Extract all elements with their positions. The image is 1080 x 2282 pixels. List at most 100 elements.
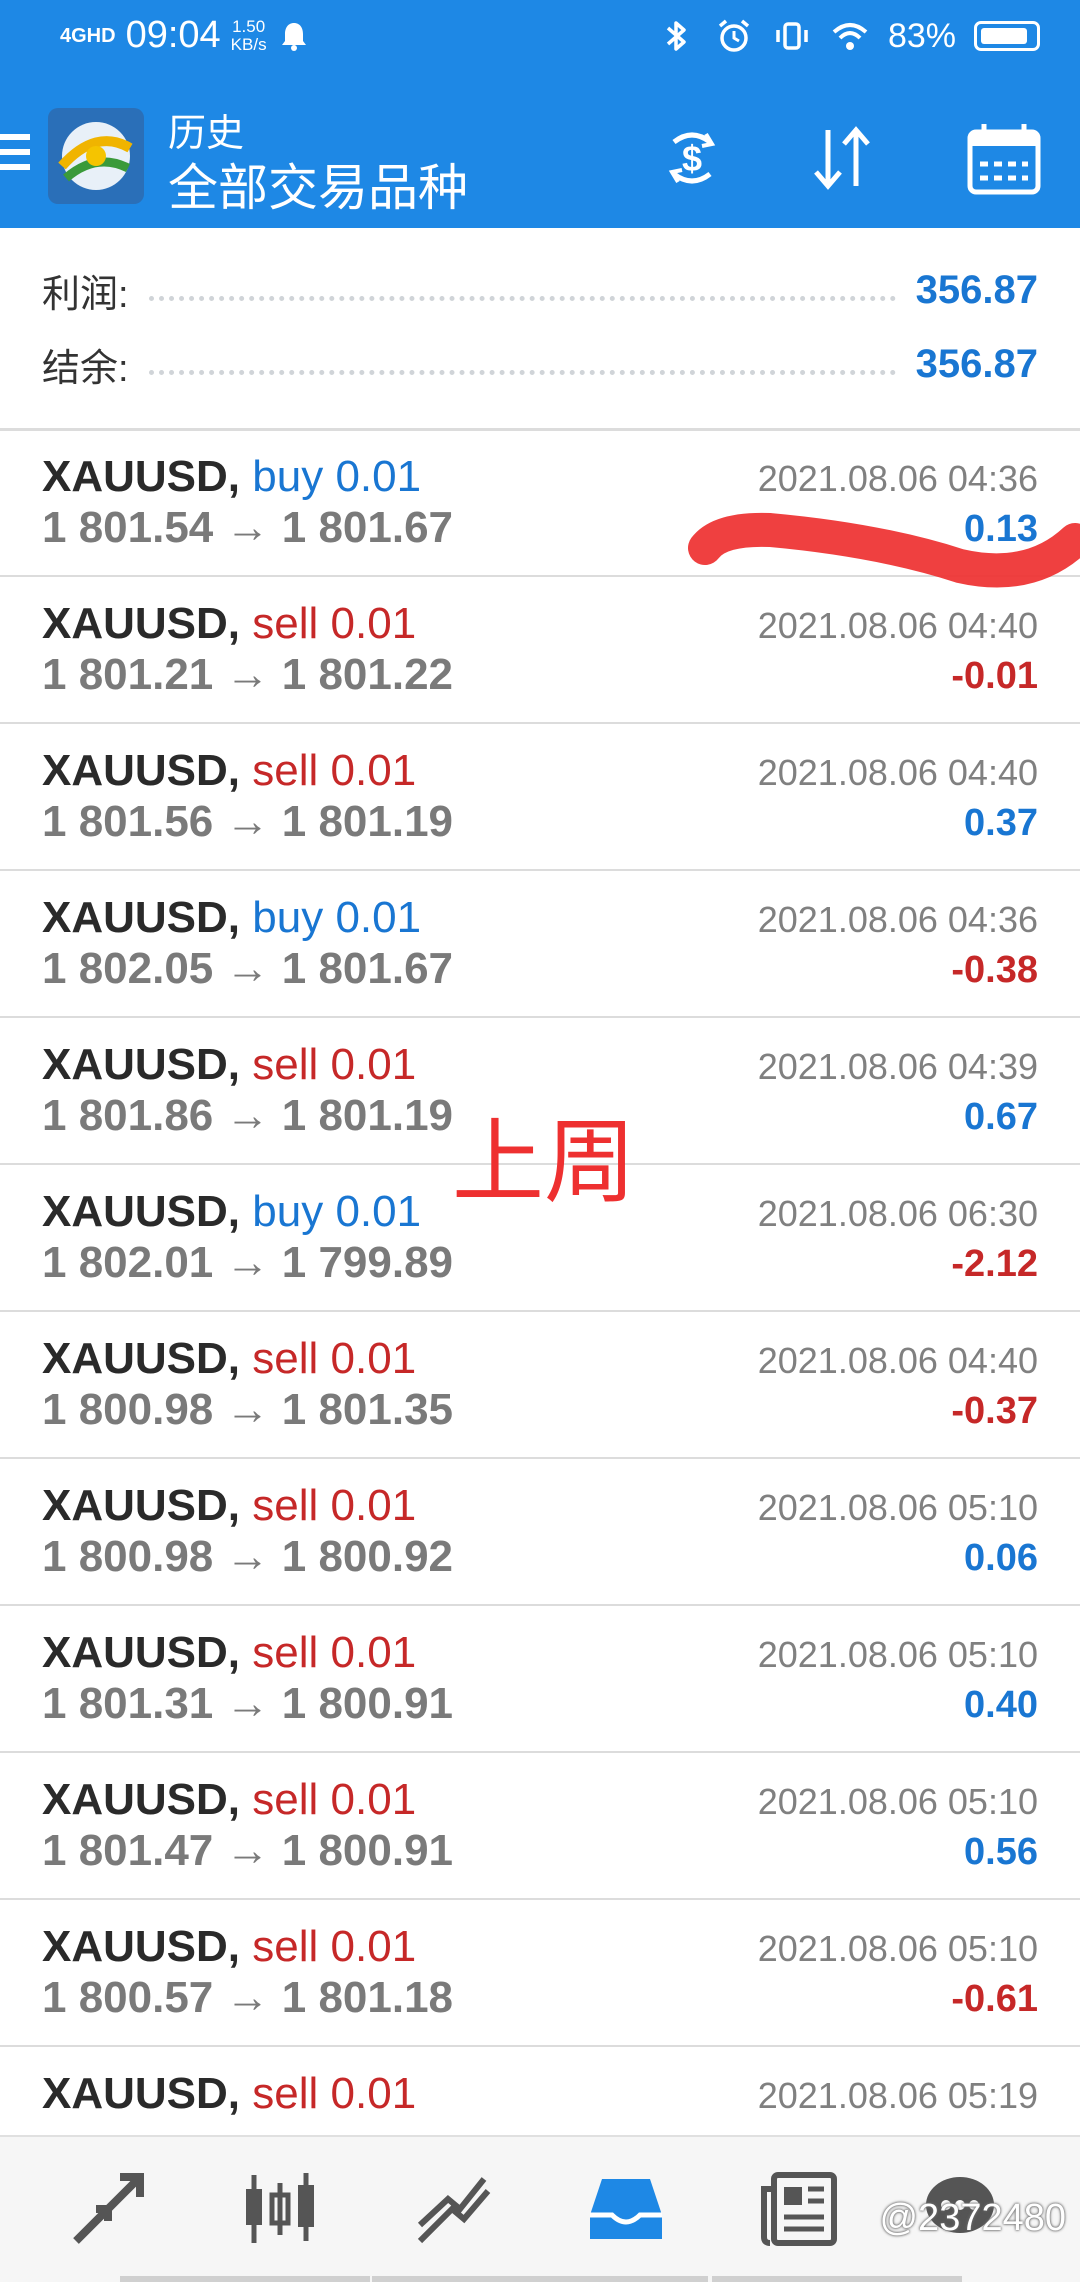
trade-prices: 1 801.54 → 1 801.67: [42, 503, 453, 553]
bottom-navigation: @2372480: [0, 2135, 1080, 2282]
symbol-filter[interactable]: 全部交易品种: [168, 148, 468, 220]
calendar-icon[interactable]: [962, 116, 1046, 200]
trade-profit: 0.67: [964, 1096, 1038, 1138]
trade-prices: 1 801.21 → 1 801.22: [42, 650, 453, 700]
trade-symbol: XAUUSD,: [42, 1334, 241, 1383]
network-speed: 1.50 KB/s: [231, 16, 267, 54]
trade-side: sell: [252, 1481, 319, 1530]
trade-side: sell: [252, 2069, 319, 2118]
trade-profit: 0.40: [964, 1684, 1038, 1726]
handwritten-annotation: 上周: [452, 1109, 637, 1216]
summary-panel: 利润: 356.87 结余: 356.87: [0, 228, 1080, 431]
candlestick-chart-icon[interactable]: [240, 2169, 320, 2249]
trend-lines-icon[interactable]: [412, 2169, 492, 2249]
trade-symbol: XAUUSD,: [42, 599, 241, 648]
dotted-leader: [148, 369, 896, 375]
network-speed-value: 1.50: [232, 16, 266, 36]
trade-prices: 1 802.01 → 1 799.89: [42, 1238, 453, 1288]
trade-side: sell: [252, 1922, 319, 1971]
trade-symbol: XAUUSD,: [42, 1481, 241, 1530]
trade-profit: 0.56: [964, 1831, 1038, 1873]
arrow-right-icon: →: [225, 797, 270, 846]
trade-side: sell: [252, 599, 319, 648]
currency-exchange-icon[interactable]: $: [650, 116, 734, 200]
profit-label: 利润:: [42, 273, 129, 316]
nav-indicator: [120, 2276, 370, 2282]
open-price: 1 801.54: [42, 503, 214, 552]
trade-side: sell: [252, 746, 319, 795]
trade-volume: 0.01: [330, 746, 417, 795]
trade-profit: 0.06: [964, 1537, 1038, 1579]
balance-value: 356.87: [915, 341, 1038, 386]
trade-symbol: XAUUSD,: [42, 1040, 241, 1089]
trade-volume: 0.01: [330, 599, 417, 648]
trade-symbol: XAUUSD,: [42, 1187, 241, 1236]
trade-date: 2021.08.06 04:36: [757, 899, 1038, 940]
trade-volume: 0.01: [330, 1040, 417, 1089]
watermark: @2372480: [879, 2197, 1066, 2239]
notification-icon: [281, 22, 306, 51]
arrow-right-icon: →: [225, 1238, 270, 1287]
trade-date: 2021.08.06 05:10: [757, 1487, 1038, 1528]
open-price: 1 801.47: [42, 1826, 214, 1875]
trade-header: XAUUSD, sell 0.01: [42, 1775, 416, 1825]
trade-row[interactable]: XAUUSD, sell 0.01 1 800.98 → 1 801.35 20…: [0, 1312, 1080, 1459]
status-time: 09:04: [125, 14, 221, 56]
arrow-right-icon: →: [225, 1679, 270, 1728]
trade-prices: 1 800.98 → 1 800.92: [42, 1532, 453, 1582]
trade-row[interactable]: XAUUSD, sell 0.01 1 800.98 → 1 800.92 20…: [0, 1459, 1080, 1606]
trade-header: XAUUSD, sell 0.01: [42, 1334, 416, 1384]
battery-icon: [974, 21, 1040, 51]
trade-volume: 0.01: [330, 1334, 417, 1383]
close-price: 1 800.91: [281, 1826, 454, 1875]
trade-header: XAUUSD, sell 0.01: [42, 746, 416, 796]
news-icon[interactable]: [760, 2169, 840, 2249]
trade-symbol: XAUUSD,: [42, 893, 241, 942]
trade-history-list: XAUUSD, buy 0.01 1 801.54 → 1 801.67 202…: [0, 430, 1080, 2194]
trade-row[interactable]: XAUUSD, sell 0.01 1 801.56 → 1 801.19 20…: [0, 724, 1080, 871]
trade-row[interactable]: XAUUSD, sell 0.01 1 801.47 → 1 800.91 20…: [0, 1753, 1080, 1900]
trade-prices: 1 802.05 → 1 801.67: [42, 944, 453, 994]
battery-percent: 83%: [887, 16, 956, 55]
trade-header: XAUUSD, buy 0.01: [42, 893, 421, 943]
trade-row[interactable]: XAUUSD, sell 0.01 1 801.31 → 1 800.91 20…: [0, 1606, 1080, 1753]
trade-row[interactable]: XAUUSD, buy 0.01 1 802.05 → 1 801.67 202…: [0, 871, 1080, 1018]
close-price: 1 801.67: [281, 944, 454, 993]
arrow-right-icon: →: [225, 1826, 270, 1875]
trade-date: 2021.08.06 04:36: [757, 458, 1038, 499]
trade-symbol: XAUUSD,: [42, 452, 241, 501]
trade-prices: 1 800.57 → 1 801.18: [42, 1973, 453, 2023]
trade-prices: 1 801.47 → 1 800.91: [42, 1826, 453, 1876]
trade-date: 2021.08.06 04:40: [757, 1340, 1038, 1381]
trade-volume: 0.01: [335, 893, 422, 942]
sort-icon[interactable]: [800, 116, 884, 200]
trade-header: XAUUSD, buy 0.01: [42, 1187, 421, 1237]
trade-side: sell: [252, 1628, 319, 1677]
arrow-right-icon: →: [225, 1973, 270, 2022]
open-price: 1 801.56: [42, 797, 214, 846]
open-price: 1 800.98: [42, 1532, 214, 1581]
network-type: 4GHD: [60, 24, 116, 47]
bluetooth-icon: [666, 21, 686, 51]
close-price: 1 800.91: [281, 1679, 454, 1728]
history-inbox-icon[interactable]: [586, 2169, 666, 2249]
trade-profit: -0.61: [951, 1978, 1038, 2020]
trade-date: 2021.08.06 05:10: [757, 1781, 1038, 1822]
trade-side: buy: [252, 452, 324, 501]
trade-volume: 0.01: [330, 1922, 417, 1971]
open-price: 1 801.86: [42, 1091, 214, 1140]
trade-header: XAUUSD, sell 0.01: [42, 1481, 416, 1531]
app-bar: 历史 全部交易品种 $: [0, 88, 1080, 228]
trade-symbol: XAUUSD,: [42, 1922, 241, 1971]
battery-level: [981, 28, 1027, 44]
wifi-icon: [832, 23, 868, 50]
trade-row[interactable]: XAUUSD, sell 0.01 1 800.57 → 1 801.18 20…: [0, 1900, 1080, 2047]
alarm-icon: [718, 19, 750, 52]
nav-indicator: [712, 2276, 962, 2282]
trade-arrows-icon[interactable]: [68, 2169, 148, 2249]
trade-row[interactable]: XAUUSD, buy 0.01 1 801.54 → 1 801.67 202…: [0, 430, 1080, 577]
arrow-right-icon: →: [225, 1091, 270, 1140]
trade-row[interactable]: XAUUSD, sell 0.01 1 801.21 → 1 801.22 20…: [0, 577, 1080, 724]
trade-prices: 1 800.98 → 1 801.35: [42, 1385, 453, 1435]
menu-icon[interactable]: [0, 134, 30, 174]
